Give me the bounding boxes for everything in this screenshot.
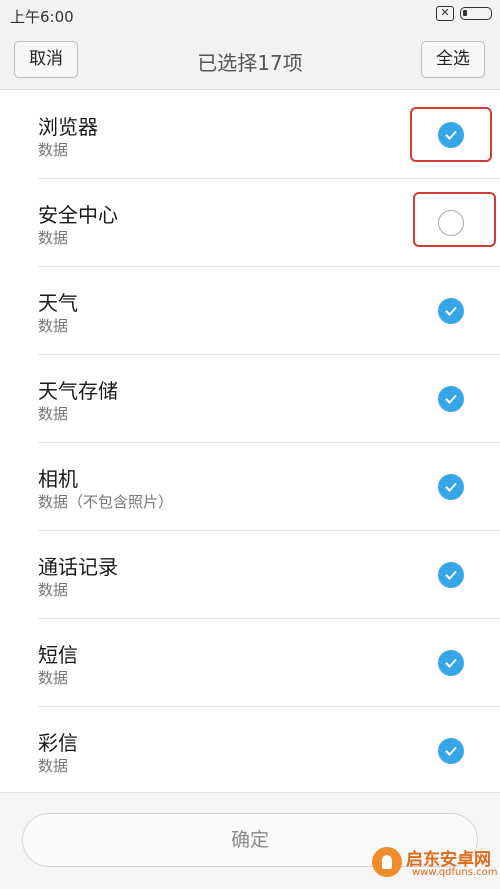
highlight-box	[413, 192, 496, 247]
checkmark-icon[interactable]	[438, 738, 464, 764]
item-title: 天气	[38, 291, 78, 315]
battery-icon	[460, 7, 492, 20]
checkmark-icon[interactable]	[438, 386, 464, 412]
checkmark-icon[interactable]	[438, 298, 464, 324]
item-subtitle: 数据	[38, 229, 69, 247]
header: 取消 已选择17项 全选	[0, 30, 500, 90]
item-title: 通话记录	[38, 555, 118, 579]
list-item[interactable]: 天气 数据	[0, 267, 500, 355]
list-item[interactable]: 彩信 数据	[0, 707, 500, 795]
item-subtitle: 数据	[38, 141, 69, 159]
list-item[interactable]: 通话记录 数据	[0, 531, 500, 619]
item-title: 短信	[38, 643, 78, 667]
checkmark-icon[interactable]	[438, 650, 464, 676]
list-item[interactable]: 相机 数据（不包含照片）	[0, 443, 500, 531]
checkmark-icon[interactable]	[438, 474, 464, 500]
item-title: 彩信	[38, 731, 78, 755]
status-bar: 上午6:00 ✕	[0, 0, 500, 30]
item-subtitle: 数据	[38, 757, 69, 775]
item-subtitle: 数据（不包含照片）	[38, 493, 174, 511]
watermark-logo-icon	[372, 847, 402, 877]
item-title: 浏览器	[38, 115, 98, 139]
item-title: 相机	[38, 467, 78, 491]
status-time: 上午6:00	[10, 8, 74, 26]
bottom-bar: 确定 启东安卓网 www.qdfuns.com	[0, 792, 500, 889]
close-icon: ✕	[436, 6, 454, 21]
item-subtitle: 数据	[38, 317, 69, 335]
select-all-button[interactable]: 全选	[421, 41, 485, 78]
item-title: 安全中心	[38, 203, 118, 227]
item-title: 天气存储	[38, 379, 118, 403]
page-title: 已选择17项	[197, 51, 303, 75]
watermark-url: www.qdfuns.com	[412, 867, 498, 878]
list-item[interactable]: 短信 数据	[0, 619, 500, 707]
checkmark-icon[interactable]	[438, 562, 464, 588]
watermark: 启东安卓网 www.qdfuns.com	[372, 841, 498, 885]
list-item[interactable]: 天气存储 数据	[0, 355, 500, 443]
item-subtitle: 数据	[38, 405, 69, 423]
highlight-box	[410, 107, 492, 162]
cancel-button[interactable]: 取消	[14, 41, 78, 78]
item-subtitle: 数据	[38, 581, 69, 599]
item-subtitle: 数据	[38, 669, 69, 687]
